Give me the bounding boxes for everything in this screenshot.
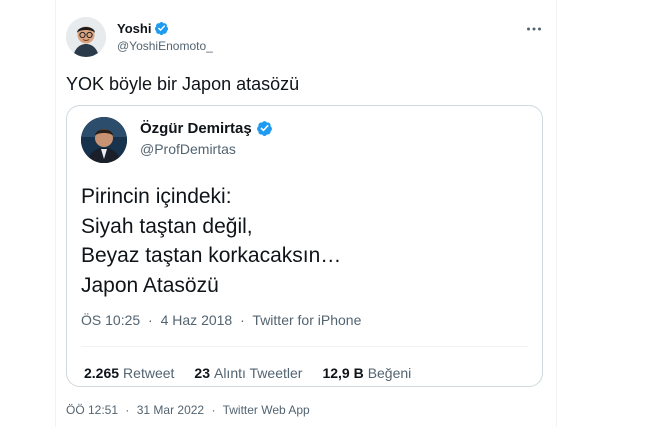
quote-tweets-count: 23: [194, 365, 210, 381]
quote-tweets-label: Alıntı Tweetler: [213, 365, 303, 381]
quoted-author-avatar[interactable]: [81, 117, 127, 163]
tweet-date-link[interactable]: 31 Mar 2022: [137, 403, 204, 417]
quote-tweets-stat[interactable]: 23 Alıntı Tweetler: [194, 365, 302, 381]
likes-count: 12,9 B: [322, 365, 364, 381]
retweets-stat[interactable]: 2.265 Retweet: [84, 365, 174, 381]
verified-badge-icon: [155, 21, 169, 36]
quoted-source-link[interactable]: Twitter for iPhone: [252, 312, 361, 328]
quoted-tweet[interactable]: Özgür Demirtaş @ProfDemirtas Pirincin iç…: [66, 105, 543, 387]
stats-divider: [81, 346, 528, 347]
author-name[interactable]: Yoshi: [117, 21, 151, 36]
quoted-author-handle[interactable]: @ProfDemirtas: [140, 141, 236, 157]
separator-dot: ·: [148, 312, 153, 328]
tweet-meta: ÖÖ 12:51 · 31 Mar 2022 · Twitter Web App: [66, 403, 310, 417]
author-name-row[interactable]: Yoshi: [117, 21, 169, 36]
author-handle[interactable]: @YoshiEnomoto_: [117, 39, 213, 53]
more-horizontal-icon: [527, 27, 541, 31]
retweets-label: Retweet: [123, 365, 175, 381]
quoted-tweet-text: Pirincin içindeki: Siyah taştan değil, B…: [81, 182, 341, 300]
quoted-author-avatar-image: [81, 117, 127, 163]
separator-dot: ·: [240, 312, 245, 328]
retweets-count: 2.265: [84, 365, 120, 381]
author-avatar[interactable]: [66, 17, 106, 57]
tweet-text: YOK böyle bir Japon atasözü: [66, 74, 300, 94]
quoted-tweet-meta: ÖS 10:25 · 4 Haz 2018 · Twitter for iPho…: [81, 312, 361, 328]
quoted-author-name-row[interactable]: Özgür Demirtaş: [140, 120, 273, 137]
likes-stat[interactable]: 12,9 B Beğeni: [322, 365, 411, 381]
tweet-source-link[interactable]: Twitter Web App: [223, 403, 310, 417]
separator-dot: ·: [211, 403, 216, 417]
quoted-tweet-stats: 2.265 Retweet 23 Alıntı Tweetler 12,9 B …: [84, 365, 411, 381]
quoted-text-line: Pirincin içindeki:: [81, 185, 232, 208]
quoted-author-name[interactable]: Özgür Demirtaş: [140, 120, 252, 137]
more-options-button[interactable]: [526, 20, 542, 36]
quoted-verified-badge-icon: [256, 121, 272, 136]
quoted-time-link[interactable]: ÖS 10:25: [81, 312, 140, 328]
separator-dot: ·: [125, 403, 130, 417]
tweet-time-link[interactable]: ÖÖ 12:51: [66, 403, 118, 417]
quoted-text-line: Beyaz taştan korkacaksın…: [81, 244, 342, 267]
likes-label: Beğeni: [367, 365, 412, 381]
quoted-text-line: Siyah taştan değil,: [81, 214, 253, 238]
author-avatar-image: [66, 17, 106, 57]
quoted-date-link[interactable]: 4 Haz 2018: [161, 312, 233, 328]
quoted-text-line: Japon Atasözü: [81, 273, 219, 297]
